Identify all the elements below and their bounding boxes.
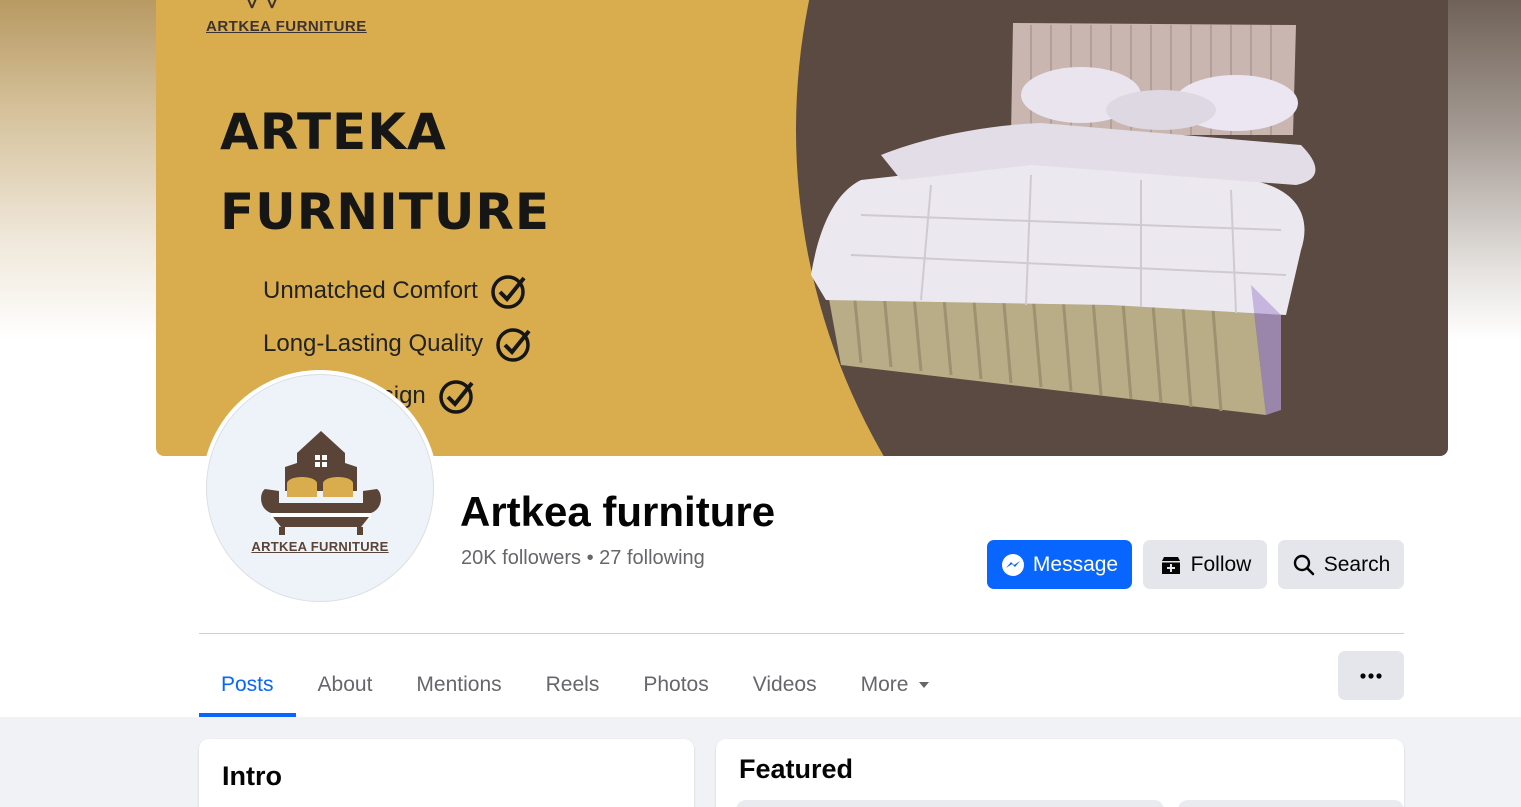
ellipsis-icon: [1360, 672, 1382, 679]
intro-card-title: Intro: [222, 761, 282, 791]
featured-item[interactable]: [736, 800, 1164, 807]
more-options-button[interactable]: [1338, 651, 1404, 700]
header-divider: [199, 633, 1404, 634]
tab-videos-label: Videos: [752, 672, 817, 696]
featured-card-title: Featured: [739, 754, 854, 784]
cover-feature-2-text: Long-Lasting Quality: [263, 330, 484, 357]
tab-photos[interactable]: Photos: [621, 652, 730, 717]
tab-mentions[interactable]: Mentions: [394, 652, 523, 717]
cover-feature-2: Long-Lasting Quality: [263, 325, 533, 363]
tab-mentions-label: Mentions: [416, 672, 502, 696]
check-circle-icon: [491, 275, 526, 309]
check-circle-icon: [496, 328, 531, 362]
search-button[interactable]: Search: [1278, 540, 1404, 589]
featured-item[interactable]: [1178, 800, 1404, 807]
cover-feature-1-text: Unmatched Comfort: [263, 277, 478, 304]
follow-icon: [1161, 556, 1180, 574]
follow-button[interactable]: Follow: [1143, 540, 1267, 589]
avatar-image: ARTKEA FURNITURE: [206, 374, 434, 602]
avatar-logo-text: ARTKEA FURNITURE: [251, 539, 389, 554]
profile-tabs: Posts About Mentions Reels Photos Videos…: [199, 652, 952, 717]
tab-videos[interactable]: Videos: [731, 652, 839, 717]
caret-down-icon: [919, 681, 930, 688]
follow-button-label: Follow: [1190, 552, 1252, 576]
search-icon: [1293, 554, 1315, 575]
message-button[interactable]: Message: [987, 540, 1132, 589]
profile-avatar[interactable]: ARTKEA FURNITURE: [202, 370, 438, 606]
tab-more-label: More: [860, 672, 909, 696]
tab-more[interactable]: More: [839, 652, 953, 717]
tab-posts[interactable]: Posts: [199, 652, 296, 717]
bed-image: [811, 23, 1316, 415]
tab-about-label: About: [317, 672, 373, 696]
cover-title-line2: FURNITURE: [220, 183, 551, 241]
cover-feature-1: Unmatched Comfort: [263, 272, 528, 310]
message-button-label: Message: [1032, 552, 1119, 576]
page-follow-stats[interactable]: 20K followers • 27 following: [461, 547, 705, 570]
house-sofa-logo-icon: [261, 431, 381, 535]
messenger-icon: [1001, 553, 1024, 576]
cover-logo-mark: [247, 0, 277, 9]
search-button-label: Search: [1323, 552, 1391, 576]
tab-about[interactable]: About: [296, 652, 395, 717]
check-circle-icon: [439, 380, 474, 414]
cover-title: ARTEKA FURNITURE: [220, 92, 550, 252]
cover-brand-small: ARTKEA FURNITURE: [206, 18, 367, 35]
tab-photos-label: Photos: [643, 672, 709, 696]
tab-reels-label: Reels: [545, 672, 600, 696]
profile-header: ARTKEA FURNITURE ARTEKA FURNITURE Unmatc…: [0, 0, 1521, 717]
tab-reels[interactable]: Reels: [524, 652, 622, 717]
featured-card: Featured: [716, 739, 1404, 807]
background-blur-right: [1441, 0, 1521, 340]
page-title: Artkea furniture: [460, 488, 776, 535]
intro-card: Intro: [199, 739, 694, 807]
cover-title-line1: ARTEKA: [220, 103, 447, 161]
tab-posts-label: Posts: [221, 672, 274, 696]
